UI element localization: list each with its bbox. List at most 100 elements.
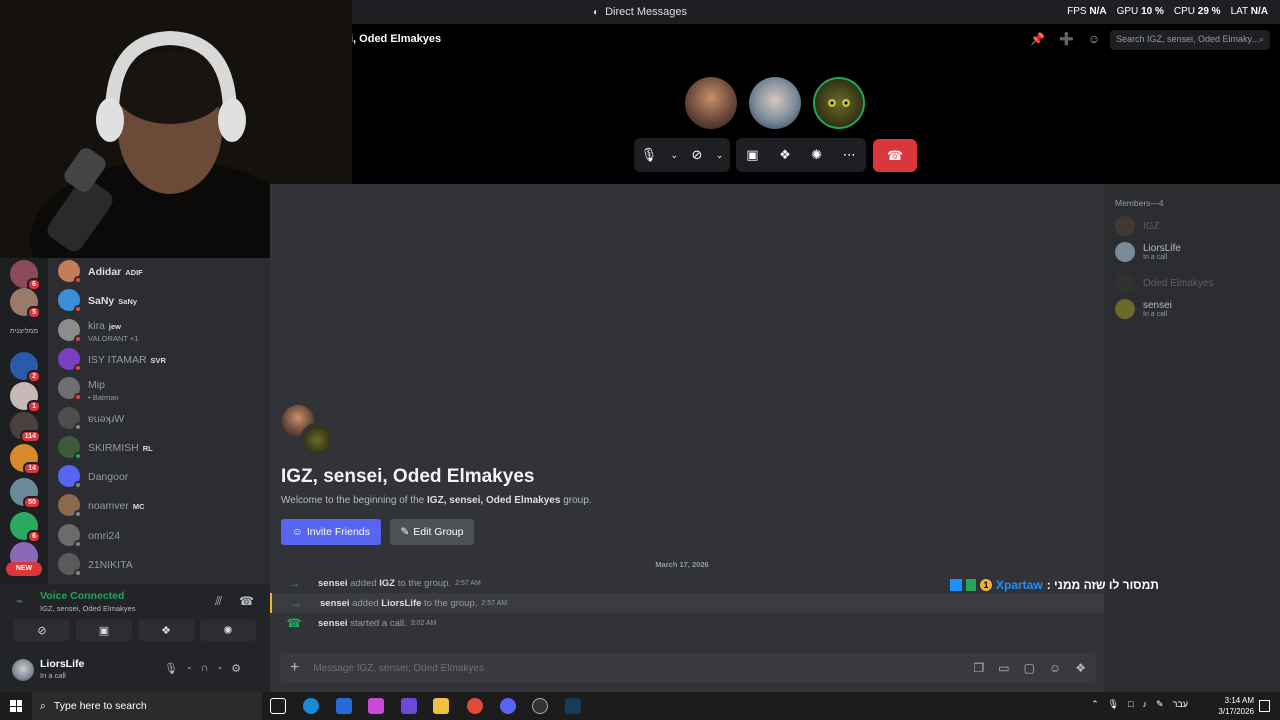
message-actor[interactable]: sensei [318, 578, 348, 589]
dm-item[interactable]: kira jew VALORANT +1 [58, 317, 264, 343]
microphone-icon[interactable]: 🎙 [1108, 699, 1119, 710]
soundboard-icon[interactable]: ✺ [811, 147, 822, 163]
server-icon[interactable]: 2 [10, 352, 41, 383]
dm-item[interactable]: omri24 [58, 522, 264, 548]
edge-icon[interactable] [303, 698, 319, 714]
message-actor[interactable]: sensei [320, 598, 350, 609]
add-icon[interactable]: + [290, 659, 299, 677]
message-input[interactable]: + Message IGZ, sensei, Oded Elmakyes ❐ ▭… [280, 653, 1096, 683]
unread-badge: 2 [27, 370, 41, 383]
notifications-icon[interactable] [1259, 700, 1270, 712]
edit-group-button[interactable]: ✎ Edit Group [390, 519, 474, 545]
chevron-down-icon[interactable]: ⌄ [716, 150, 724, 161]
task-view-icon[interactable] [270, 698, 286, 714]
server-icon[interactable]: 6 [10, 512, 41, 543]
call-avatar-igz[interactable] [685, 77, 737, 129]
message-actor[interactable]: sensei [318, 618, 348, 629]
dm-item[interactable]: Mip • Batman [58, 375, 264, 402]
member-item[interactable]: Oded Elmakyes [1115, 273, 1214, 293]
obs-icon[interactable] [532, 698, 548, 714]
member-item[interactable]: LiorsLife In a call [1115, 242, 1181, 262]
app-icon[interactable] [401, 698, 417, 714]
pen-icon[interactable]: ✎ [1156, 699, 1164, 710]
noise-suppression-icon[interactable]: ⫻ [215, 594, 222, 609]
camera-button[interactable]: ⊘ [14, 619, 70, 641]
emoji-icon[interactable]: ☺ [1049, 661, 1061, 675]
server-label[interactable]: ממליצנית [4, 328, 44, 335]
message-target[interactable]: IGZ [379, 578, 395, 589]
new-pill[interactable]: NEW [6, 562, 42, 576]
avatar[interactable] [12, 659, 34, 681]
folder-icon[interactable] [433, 698, 449, 714]
server-icon[interactable]: 1 [10, 382, 41, 413]
chrome-icon[interactable] [467, 698, 483, 714]
steam-icon[interactable] [565, 698, 581, 714]
avatar [58, 347, 82, 372]
server-icon[interactable]: 50 [10, 478, 41, 509]
member-name: IGZ [1143, 220, 1160, 232]
dm-item[interactable]: SaNy SaNy [58, 287, 264, 314]
group-title: IGZ, sensei, Oded Elmakyes [281, 466, 535, 487]
more-icon[interactable]: ⋯ [843, 147, 856, 163]
server-icon[interactable]: 114 [10, 412, 41, 443]
disconnect-icon[interactable]: ☎ [239, 594, 254, 608]
dm-item[interactable]: 21NIKITA [58, 551, 264, 577]
server-icon[interactable]: 14 [10, 444, 41, 475]
taskbar-search[interactable]: ⌕ Type here to search [32, 692, 262, 720]
message-target[interactable]: LiorsLife [381, 598, 421, 609]
avatar [1115, 216, 1135, 236]
call-avatar-liorslife[interactable] [749, 77, 801, 129]
chevron-down-icon[interactable]: ⌄ [671, 150, 679, 161]
dm-item[interactable]: Adidar ADIF [58, 258, 264, 284]
headphones-icon[interactable]: ∩ [201, 662, 209, 675]
members-header: Members—4 [1115, 198, 1164, 208]
call-avatar-sensei[interactable] [813, 77, 865, 129]
apps-icon[interactable]: ❖ [1075, 661, 1086, 675]
dm-item[interactable]: ɐuəʞɹW [58, 405, 264, 431]
system-message[interactable]: → sensei added LiorsLife to the group. 2… [270, 593, 1104, 613]
dm-item[interactable]: Dangoor [58, 463, 264, 490]
system-message[interactable]: ☎ sensei started a call. 3:02 AM [270, 613, 1104, 633]
message-tail: to the group. [395, 577, 452, 589]
pin-icon[interactable]: 📌 [1030, 32, 1045, 46]
invite-friends-button[interactable]: ☺ Invite Friends [281, 519, 381, 545]
store-icon[interactable] [336, 698, 352, 714]
screenshare-button[interactable]: ▣ [76, 619, 132, 641]
sticker-icon[interactable]: ▢ [1024, 661, 1035, 675]
activities-icon[interactable]: ❖ [779, 147, 791, 163]
microphone-icon[interactable]: 🎙 [164, 662, 178, 675]
chevron-down-icon[interactable]: ⌄ [186, 662, 193, 675]
network-icon[interactable]: □ [1128, 699, 1133, 710]
soundboard-button[interactable]: ✺ [200, 619, 256, 641]
activities-button[interactable]: ❖ [138, 619, 194, 641]
discord-taskbar-icon[interactable] [500, 698, 516, 714]
add-member-icon[interactable]: ➕ [1059, 32, 1074, 46]
camera-off-icon[interactable]: ⊘ [691, 147, 702, 163]
member-item[interactable]: IGZ [1115, 216, 1160, 236]
volume-icon[interactable]: ♪ [1143, 699, 1148, 710]
dm-item[interactable]: ISY ITAMAR SVR [58, 346, 264, 372]
screenshare-icon[interactable]: ▣ [746, 147, 758, 163]
server-icon[interactable]: 5 [10, 288, 41, 319]
chevron-down-icon[interactable]: ⌄ [217, 662, 224, 675]
clock[interactable]: 3:14 AM 3/17/2026 [1218, 695, 1254, 717]
microphone-icon[interactable]: 🎙 [641, 147, 658, 163]
signal-icon[interactable]: ⌁ [16, 594, 23, 608]
server-icon[interactable]: 6 [10, 260, 41, 291]
gif-icon[interactable]: ▭ [998, 661, 1009, 675]
voice-connected-title[interactable]: Voice Connected [40, 590, 124, 602]
member-item[interactable]: sensei In a call [1115, 299, 1172, 319]
gift-icon[interactable]: ❐ [974, 661, 985, 675]
windows-start-icon[interactable] [10, 700, 22, 712]
dm-item[interactable]: noamver MC [58, 492, 264, 519]
search-icon: ⌕ [40, 699, 46, 712]
chevron-up-icon[interactable]: ⌃ [1091, 699, 1099, 710]
copilot-icon[interactable] [368, 698, 384, 714]
user-controls: 🎙 ⌄ ∩ ⌄ ⚙ [164, 662, 241, 675]
dm-item[interactable]: SKIRMISH RL [58, 434, 264, 460]
search-input[interactable]: Search IGZ, sensei, Oded Elmaky... ⌕ [1110, 30, 1270, 50]
language-indicator[interactable]: עבר [1173, 699, 1188, 710]
members-icon[interactable]: ☺ [1088, 32, 1100, 46]
gear-icon[interactable]: ⚙ [231, 662, 241, 675]
disconnect-button[interactable]: ☎ [873, 139, 917, 172]
